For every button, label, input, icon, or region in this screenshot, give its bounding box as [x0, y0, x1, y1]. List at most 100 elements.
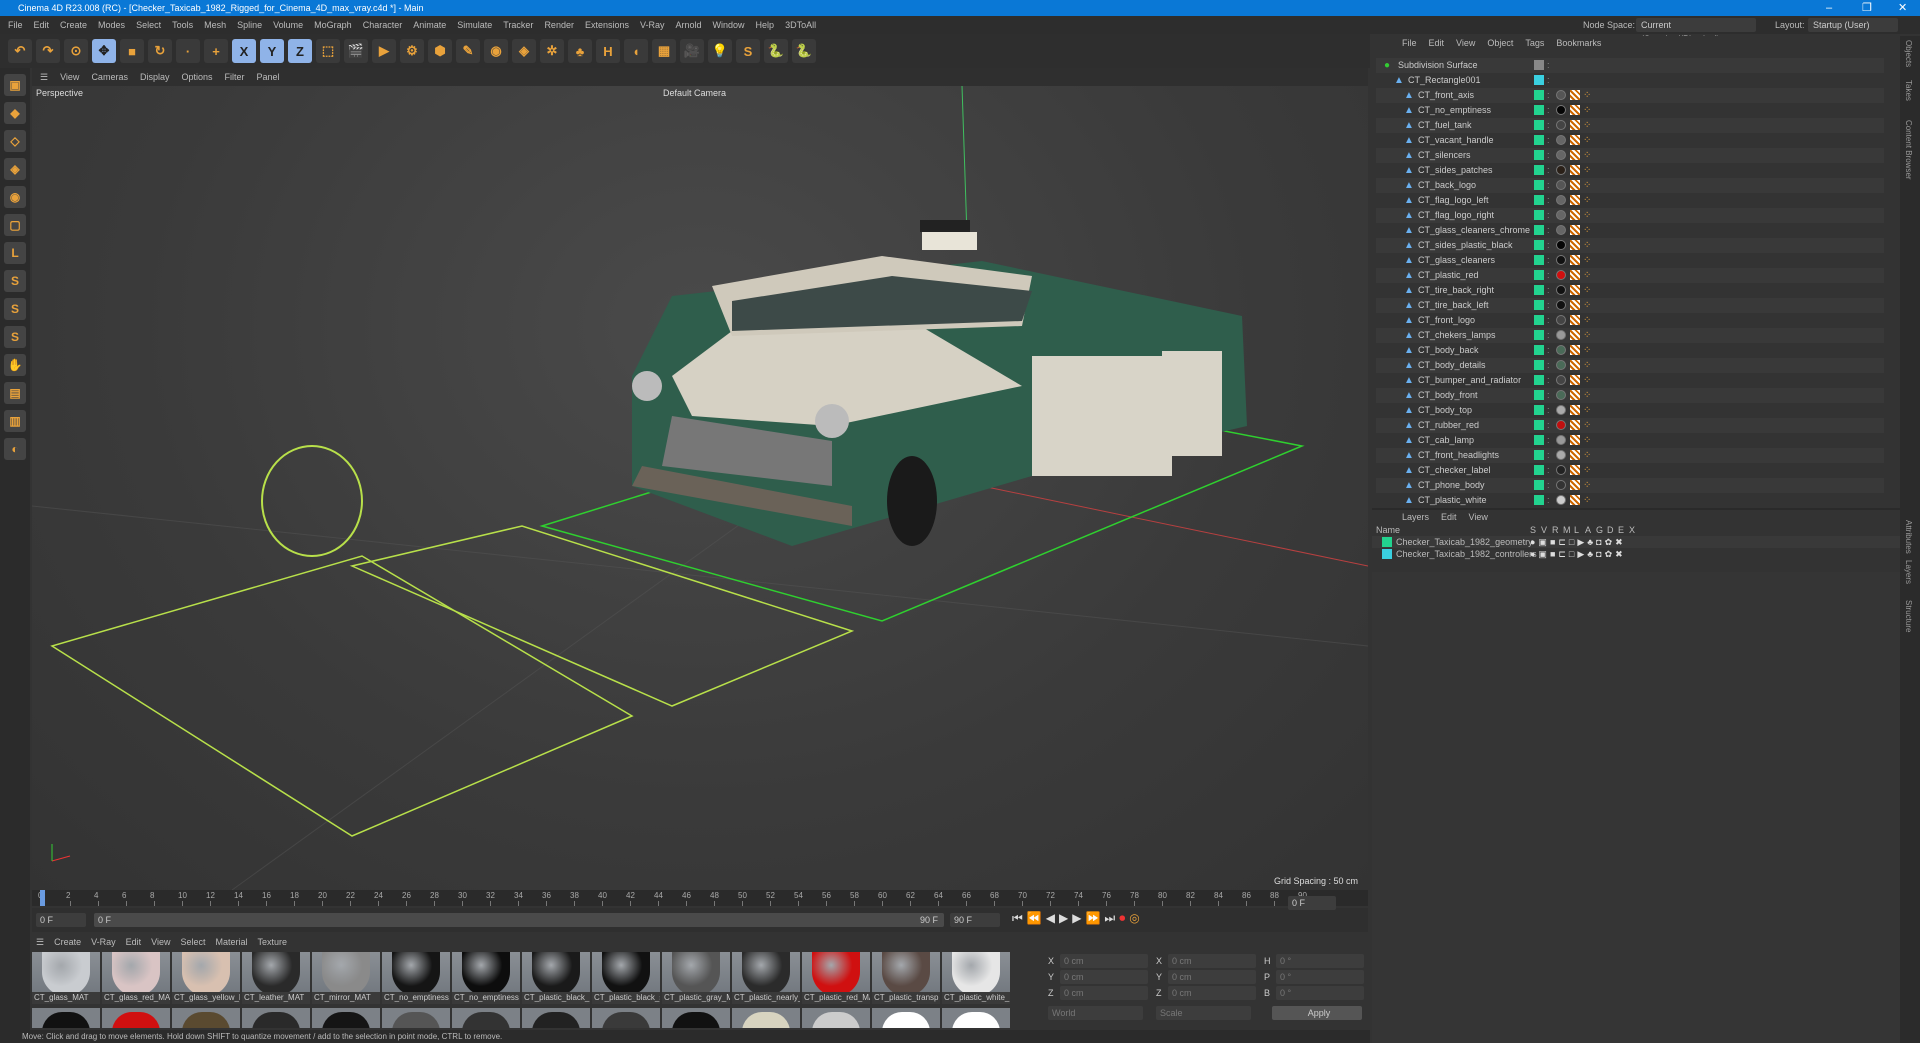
toolbar-tool-icon[interactable]: ■ [120, 39, 144, 63]
toolbar-tool-icon[interactable]: 🎬 [344, 39, 368, 63]
mode-tool-icon[interactable]: ▣ [4, 74, 26, 96]
menu-volume[interactable]: Volume [273, 20, 303, 30]
weight-tag-icon[interactable]: ⁘ [1583, 358, 1593, 371]
weight-tag-icon[interactable]: ⁘ [1583, 103, 1593, 116]
weight-tag-icon[interactable]: ⁘ [1583, 403, 1593, 416]
close-button[interactable]: ✕ [1898, 0, 1907, 16]
menu-render[interactable]: Render [544, 20, 574, 30]
object-row[interactable]: ▲ CT_body_details: ⁘ [1376, 358, 1884, 373]
weight-tag-icon[interactable]: ⁘ [1583, 163, 1593, 176]
object-row[interactable]: ▲ CT_front_headlights: ⁘ [1376, 448, 1884, 463]
uvw-tag-icon[interactable] [1570, 450, 1580, 460]
layer-color-swatch[interactable] [1534, 210, 1544, 220]
uvw-tag-icon[interactable] [1570, 195, 1580, 205]
menu-help[interactable]: Help [756, 20, 775, 30]
material-swatch[interactable]: CT_glass_red_MAT [102, 952, 170, 1004]
viewport-menu-view[interactable]: View [60, 72, 79, 82]
material-swatch[interactable]: CT_plastic_black_MAT [522, 952, 590, 1004]
object-row[interactable]: ▲ CT_silencers: ⁘ [1376, 148, 1884, 163]
material-swatch[interactable]: CT_plastic_black_s [592, 952, 660, 1004]
visibility-dots-icon[interactable]: : [1547, 358, 1550, 373]
viewport-menu-cameras[interactable]: Cameras [91, 72, 128, 82]
material-menu-texture[interactable]: Texture [258, 937, 288, 947]
weight-tag-icon[interactable]: ⁘ [1583, 373, 1593, 386]
layer-color-swatch[interactable] [1534, 435, 1544, 445]
material-tag-icon[interactable] [1556, 435, 1566, 445]
menu-mesh[interactable]: Mesh [204, 20, 226, 30]
object-row[interactable]: ▲ CT_sides_plastic_black: ⁘ [1376, 238, 1884, 253]
weight-tag-icon[interactable]: ⁘ [1583, 238, 1593, 251]
toolbar-tool-icon[interactable]: 🎥 [680, 39, 704, 63]
toolbar-tool-icon[interactable]: ⊙ [64, 39, 88, 63]
material-tag-icon[interactable] [1556, 495, 1566, 505]
toolbar-tool-icon[interactable]: ↻ [148, 39, 172, 63]
next-key-icon[interactable]: ⏩ [1085, 911, 1100, 926]
layer-toggle-icons[interactable]: ●▣■⊏□▶♣◘✿✖ [1530, 536, 1626, 548]
uvw-tag-icon[interactable] [1570, 210, 1580, 220]
visibility-dots-icon[interactable]: : [1547, 313, 1550, 328]
weight-tag-icon[interactable]: ⁘ [1583, 283, 1593, 296]
uvw-tag-icon[interactable] [1570, 240, 1580, 250]
visibility-dots-icon[interactable]: : [1547, 433, 1550, 448]
material-swatch[interactable] [802, 1008, 870, 1028]
layout-dropdown[interactable]: Startup (User) [1808, 18, 1898, 32]
material-swatch[interactable] [522, 1008, 590, 1028]
layer-color-swatch[interactable] [1534, 90, 1544, 100]
toolbar-tool-icon[interactable]: ✲ [540, 39, 564, 63]
weight-tag-icon[interactable]: ⁘ [1583, 298, 1593, 311]
layer-color-swatch[interactable] [1534, 150, 1544, 160]
toolbar-tool-icon[interactable]: ◉ [484, 39, 508, 63]
object-menu-object[interactable]: Object [1487, 38, 1513, 48]
layer-color-swatch[interactable] [1534, 240, 1544, 250]
mode-tool-icon[interactable]: S [4, 270, 26, 292]
visibility-dots-icon[interactable]: : [1547, 493, 1550, 508]
mode-tool-icon[interactable]: ◈ [4, 158, 26, 180]
uvw-tag-icon[interactable] [1570, 180, 1580, 190]
layer-color-swatch[interactable] [1534, 345, 1544, 355]
viewport-menu-display[interactable]: Display [140, 72, 170, 82]
side-tab-layers[interactable]: Layers [1904, 560, 1913, 584]
material-swatch[interactable]: CT_leather_MAT [242, 952, 310, 1004]
uvw-tag-icon[interactable] [1570, 360, 1580, 370]
visibility-dots-icon[interactable]: : [1547, 343, 1550, 358]
object-row[interactable]: ▲ CT_glass_cleaners_chrome: ⁘ [1376, 223, 1884, 238]
layer-color-swatch[interactable] [1534, 60, 1544, 70]
material-tag-icon[interactable] [1556, 285, 1566, 295]
layer-color-swatch[interactable] [1382, 537, 1392, 547]
viewport-menu-filter[interactable]: Filter [225, 72, 245, 82]
material-swatch[interactable] [452, 1008, 520, 1028]
object-row[interactable]: ▲ CT_no_emptiness: ⁘ [1376, 103, 1884, 118]
material-swatch[interactable] [942, 1008, 1010, 1028]
toolbar-tool-icon[interactable]: ▶ [372, 39, 396, 63]
mode-tool-icon[interactable]: ✋ [4, 354, 26, 376]
visibility-dots-icon[interactable]: : [1547, 73, 1550, 88]
material-tag-icon[interactable] [1556, 315, 1566, 325]
go-to-end-icon[interactable]: ⏭ [1104, 911, 1115, 926]
material-menu-view[interactable]: View [151, 937, 170, 947]
menu-animate[interactable]: Animate [413, 20, 446, 30]
menu-mograph[interactable]: MoGraph [314, 20, 352, 30]
weight-tag-icon[interactable]: ⁘ [1583, 328, 1593, 341]
weight-tag-icon[interactable]: ⁘ [1583, 448, 1593, 461]
uvw-tag-icon[interactable] [1570, 345, 1580, 355]
visibility-dots-icon[interactable]: : [1547, 148, 1550, 163]
object-row[interactable]: ▲ CT_flag_logo_left: ⁘ [1376, 193, 1884, 208]
material-tag-icon[interactable] [1556, 150, 1566, 160]
layer-color-swatch[interactable] [1534, 225, 1544, 235]
weight-tag-icon[interactable]: ⁘ [1583, 418, 1593, 431]
layer-color-swatch[interactable] [1534, 195, 1544, 205]
uvw-tag-icon[interactable] [1570, 465, 1580, 475]
object-row[interactable]: ▲ CT_tire_back_left: ⁘ [1376, 298, 1884, 313]
layer-color-swatch[interactable] [1534, 480, 1544, 490]
material-tag-icon[interactable] [1556, 300, 1566, 310]
visibility-dots-icon[interactable]: : [1547, 463, 1550, 478]
menu-arnold[interactable]: Arnold [676, 20, 702, 30]
visibility-dots-icon[interactable]: : [1547, 58, 1550, 73]
toolbar-tool-icon[interactable]: ◖ [624, 39, 648, 63]
visibility-dots-icon[interactable]: : [1547, 283, 1550, 298]
weight-tag-icon[interactable]: ⁘ [1583, 388, 1593, 401]
material-tag-icon[interactable] [1556, 405, 1566, 415]
weight-tag-icon[interactable]: ⁘ [1583, 193, 1593, 206]
material-tag-icon[interactable] [1556, 180, 1566, 190]
coord-field[interactable]: 0 cm [1168, 954, 1256, 968]
